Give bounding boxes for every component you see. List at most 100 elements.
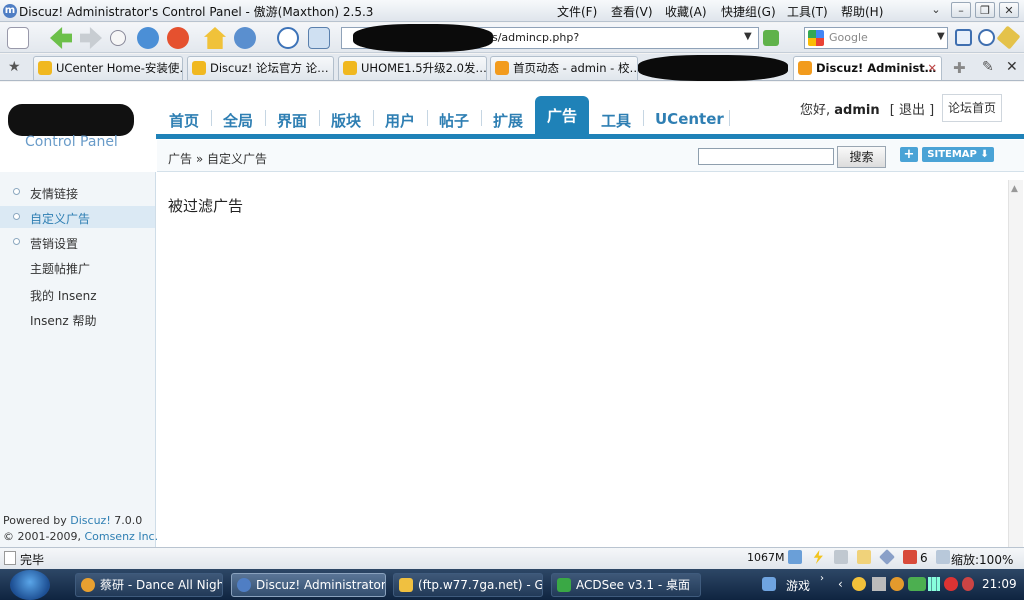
close-window-button[interactable]: ✕ — [999, 2, 1019, 18]
zoom-icon[interactable] — [936, 550, 950, 564]
refresh-icon[interactable] — [137, 27, 159, 49]
music-player-icon — [81, 578, 95, 592]
google-icon[interactable] — [808, 30, 824, 46]
history-dropdown-icon[interactable] — [110, 30, 126, 46]
blocked-count: 6 — [920, 551, 928, 565]
nav-separator — [319, 110, 320, 126]
tab-discuz-admin[interactable]: Discuz! Administ… ✕ — [793, 56, 942, 80]
folder-icon[interactable] — [857, 550, 871, 564]
tray-expand-icon[interactable]: › — [820, 573, 824, 584]
sidebar-item-my-insenz[interactable]: 我的 Insenz — [30, 287, 97, 304]
address-text[interactable]: s/admincp.php? — [492, 31, 579, 44]
tab-uhome-upgrade[interactable]: UHOME1.5升级2.0发… — [338, 56, 487, 80]
taskbar-item-ftp[interactable]: (ftp.w77.7ga.net) - G… — [393, 573, 543, 597]
sidebar-item-insenz-help[interactable]: Insenz 帮助 — [30, 312, 97, 329]
download-icon[interactable] — [788, 550, 802, 564]
admin-search-input[interactable] — [698, 148, 834, 165]
tray-games-label[interactable]: 游戏 — [786, 577, 810, 594]
menu-help[interactable]: 帮助(H) — [841, 3, 883, 20]
username: admin — [834, 103, 880, 118]
nav-separator — [211, 110, 212, 126]
undo-icon[interactable] — [234, 27, 256, 49]
minimize-button[interactable]: – — [951, 2, 971, 18]
sidebar-item-friendlinks[interactable]: 友情链接 — [30, 185, 78, 202]
sidebar-item-thread-promo[interactable]: 主题帖推广 — [30, 260, 90, 277]
discuz-link[interactable]: Discuz! — [70, 514, 110, 527]
page-status-icon — [4, 551, 16, 565]
nav-ads-active[interactable]: 广告 — [535, 96, 589, 136]
tab-label: 首页动态 - admin - 校… — [513, 61, 638, 75]
star-icon[interactable]: ★ — [8, 59, 21, 75]
popup-blocker-icon[interactable] — [903, 550, 917, 564]
nav-style[interactable]: 界面 — [277, 110, 307, 131]
sidebar-item-custom-ads[interactable]: 自定义广告 — [30, 210, 90, 227]
logout-link[interactable]: [ 退出 ] — [890, 103, 934, 118]
new-tab-plus-icon[interactable]: ✚ — [953, 59, 966, 77]
wrench-icon[interactable]: ✎ — [982, 59, 994, 75]
task-label: 蔡研 - Dance All Night… — [100, 578, 222, 592]
tab-home-feed[interactable]: 首页动态 - admin - 校… — [490, 56, 638, 80]
address-dropdown-icon[interactable]: ▼ — [744, 31, 752, 42]
add-shortcut-button[interactable]: + — [900, 147, 918, 162]
screen-capture-icon[interactable] — [308, 27, 330, 49]
tab-discuz-official[interactable]: Discuz! 论坛官方 论… — [187, 56, 334, 80]
antivirus-icon[interactable] — [944, 577, 958, 591]
stop-icon[interactable] — [167, 27, 189, 49]
discuz-icon — [38, 61, 52, 75]
tray-app-icon[interactable] — [890, 577, 904, 591]
menu-tools[interactable]: 工具(T) — [787, 3, 828, 20]
nav-forums[interactable]: 版块 — [331, 110, 361, 131]
nav-ucenter[interactable]: UCenter — [655, 110, 724, 128]
start-button[interactable] — [10, 570, 50, 600]
signal-icon[interactable] — [928, 577, 940, 591]
nav-tools[interactable]: 工具 — [601, 110, 631, 131]
menu-favorites[interactable]: 收藏(A) — [665, 3, 707, 20]
chevron-down-icon[interactable]: ⌄ — [926, 2, 946, 18]
taskbar-item-music[interactable]: 蔡研 - Dance All Night… — [75, 573, 223, 597]
menu-groups[interactable]: 快捷组(G) — [721, 3, 776, 20]
sidebar-item-marketing[interactable]: 营销设置 — [30, 235, 78, 252]
breadcrumb: 广告 » 自定义广告 — [168, 150, 267, 167]
tray-qq-icon[interactable] — [852, 577, 866, 591]
search-engine-dropdown-icon[interactable]: ▼ — [937, 31, 945, 42]
user-greeting: 您好, admin [ 退出 ] — [800, 99, 934, 118]
menu-file[interactable]: 文件(F) — [557, 3, 597, 20]
forum-home-button[interactable]: 论坛首页 — [942, 94, 1002, 122]
tray-monitor-icon[interactable] — [872, 577, 886, 591]
scroll-up-icon[interactable]: ▲ — [1011, 184, 1018, 194]
nav-separator — [643, 110, 644, 126]
breadcrumb-separator: » — [195, 152, 204, 166]
discuz-icon — [192, 61, 206, 75]
tray-green-icon[interactable] — [908, 577, 926, 591]
nav-extensions[interactable]: 扩展 — [493, 110, 523, 131]
volume-icon[interactable] — [962, 577, 974, 591]
breadcrumb-parent[interactable]: 广告 — [168, 152, 192, 166]
search-button[interactable]: 搜索 — [837, 146, 886, 168]
vertical-scrollbar[interactable] — [1008, 180, 1023, 547]
nav-posts[interactable]: 帖子 — [439, 110, 469, 131]
taskbar-item-maxthon[interactable]: Discuz! Administrator's… — [231, 573, 386, 597]
clock-icon[interactable] — [277, 27, 299, 49]
web-search-placeholder[interactable]: Google — [829, 31, 868, 44]
sitemap-button[interactable]: SITEMAP ⬇ — [922, 147, 994, 162]
tray-collapse-icon[interactable]: ‹ — [838, 577, 843, 591]
nav-users[interactable]: 用户 — [385, 110, 415, 131]
new-page-icon[interactable] — [7, 27, 29, 49]
close-all-icon[interactable]: ✕ — [1006, 59, 1018, 75]
nav-global[interactable]: 全局 — [223, 110, 253, 131]
comsenz-link[interactable]: Comsenz Inc. — [84, 530, 158, 543]
input-method-icon[interactable] — [762, 577, 776, 591]
nav-home[interactable]: 首页 — [169, 110, 199, 131]
close-tab-icon[interactable]: ✕ — [927, 57, 937, 80]
window-icon[interactable] — [955, 29, 972, 46]
taskbar-item-acdsee[interactable]: ACDSee v3.1 - 桌面 — [551, 573, 701, 597]
maximize-button[interactable]: ❐ — [975, 2, 995, 18]
menu-view[interactable]: 查看(V) — [611, 3, 653, 20]
tab-ucenter-home[interactable]: UCenter Home-安装使… — [33, 56, 183, 80]
web-search-box[interactable] — [804, 27, 948, 49]
tab-label: Discuz! Administ… — [816, 61, 937, 75]
zoom-level[interactable]: 缩放:100% — [951, 551, 1013, 568]
proxy-icon[interactable] — [834, 550, 848, 564]
go-icon[interactable] — [763, 30, 779, 46]
search-icon[interactable] — [978, 29, 995, 46]
